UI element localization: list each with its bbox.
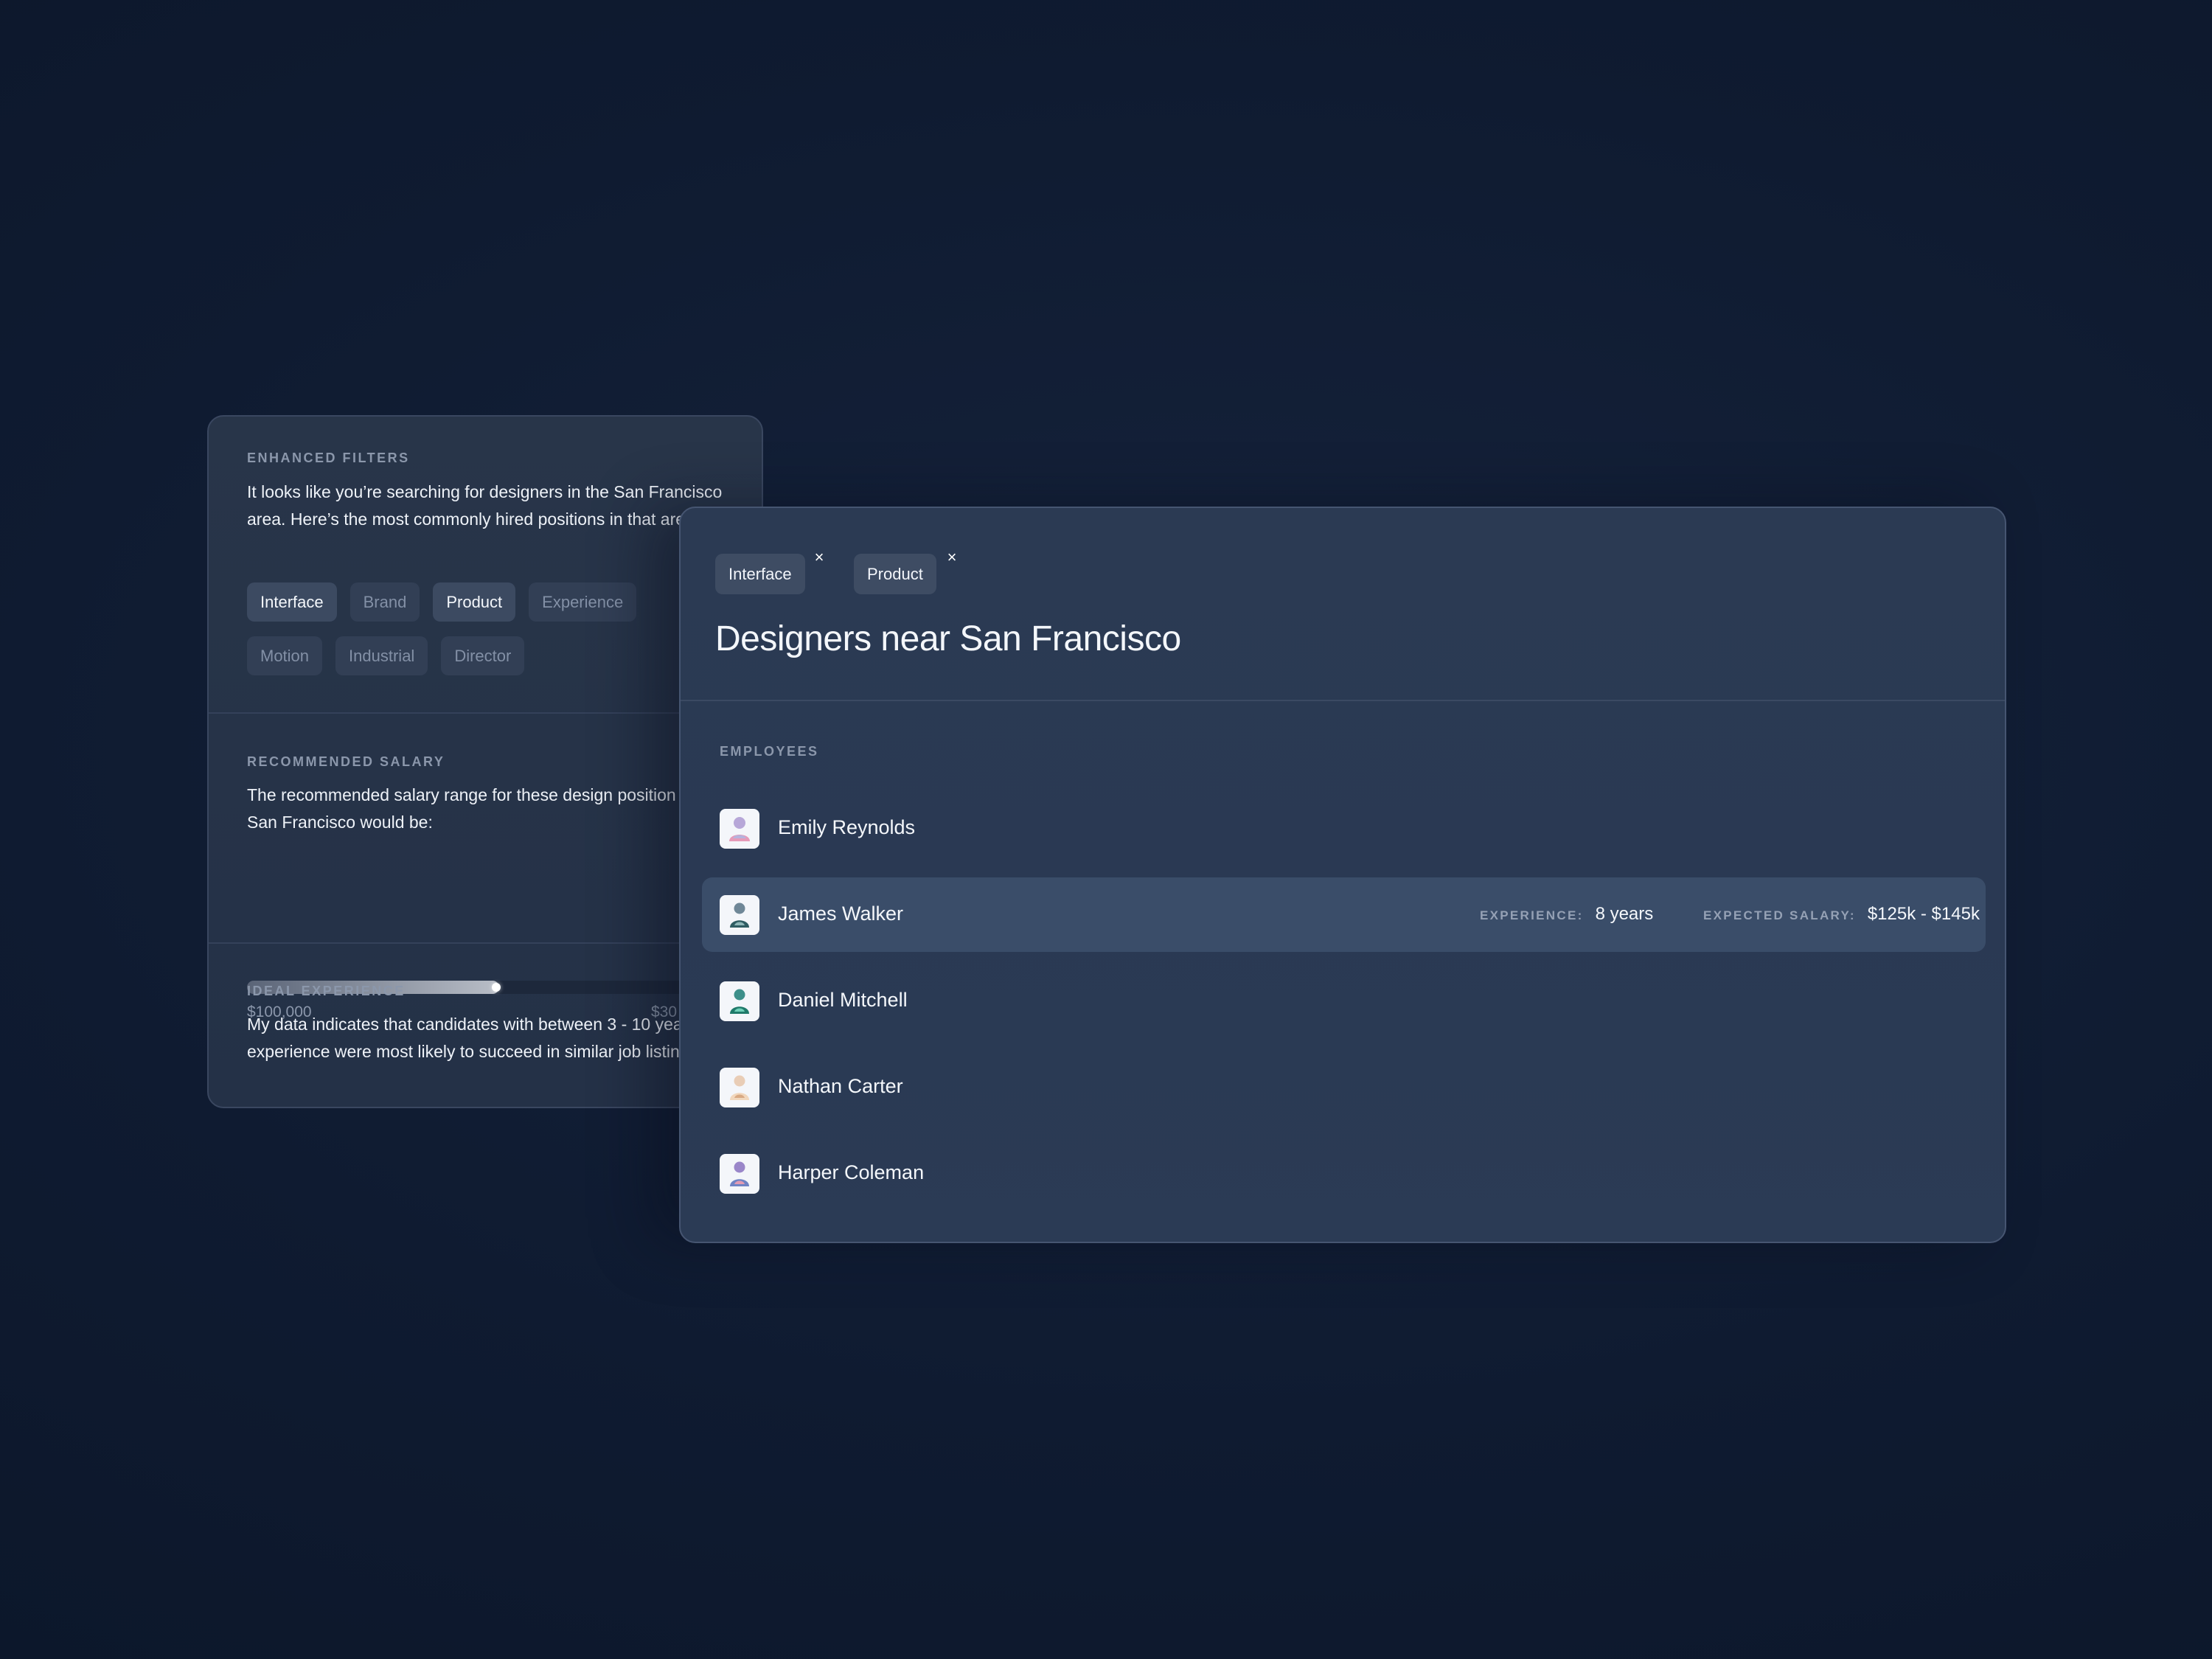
employee-name: Harper Coleman bbox=[778, 1161, 925, 1183]
employee-name: James Walker bbox=[778, 902, 904, 925]
avatar-icon bbox=[720, 981, 759, 1021]
results-header: Interface × Product × Designers near San… bbox=[681, 508, 2005, 701]
employee-name: Daniel Mitchell bbox=[778, 989, 908, 1011]
employee-row-nathan-carter[interactable]: Nathan Carter bbox=[702, 1050, 1986, 1124]
tag-product[interactable]: Product bbox=[854, 554, 936, 594]
employee-row-daniel-mitchell[interactable]: Daniel Mitchell bbox=[702, 964, 1986, 1038]
ideal-experience-label: IDEAL EXPERIENCE bbox=[247, 984, 406, 998]
expected-salary-value: $125k - $145k bbox=[1867, 904, 1980, 924]
employee-name: Emily Reynolds bbox=[778, 816, 916, 838]
filter-chips: Interface Brand Product Experience Motio… bbox=[247, 582, 719, 675]
chip-interface[interactable]: Interface bbox=[247, 582, 337, 622]
avatar-icon bbox=[720, 1154, 759, 1194]
experience-value: 8 years bbox=[1595, 904, 1654, 924]
enhanced-filters-text: It looks like you’re searching for desig… bbox=[247, 482, 723, 529]
chip-director[interactable]: Director bbox=[441, 636, 525, 675]
recommended-salary-label: RECOMMENDED SALARY bbox=[247, 754, 445, 769]
employees-label: EMPLOYEES bbox=[720, 744, 819, 759]
employee-row-james-walker[interactable]: James Walker EXPERIENCE: 8 years EXPECTE… bbox=[702, 877, 1986, 952]
experience-label: EXPERIENCE: bbox=[1480, 908, 1584, 922]
chip-motion[interactable]: Motion bbox=[247, 636, 323, 675]
employee-row-emily-reynolds[interactable]: Emily Reynolds bbox=[702, 791, 1986, 866]
employee-row-harper-coleman[interactable]: Harper Coleman bbox=[702, 1136, 1986, 1211]
avatar-icon bbox=[720, 895, 759, 935]
tag-interface[interactable]: Interface bbox=[715, 554, 805, 594]
chip-product[interactable]: Product bbox=[433, 582, 516, 622]
close-icon[interactable]: × bbox=[944, 549, 960, 566]
results-panel: Interface × Product × Designers near San… bbox=[679, 507, 2006, 1243]
ideal-experience-text: My data indicates that candidates with b… bbox=[247, 1015, 683, 1061]
chip-industrial[interactable]: Industrial bbox=[335, 636, 428, 675]
close-icon[interactable]: × bbox=[811, 549, 827, 566]
salary-info: EXPECTED SALARY: $125k - $145k bbox=[1703, 904, 1980, 925]
page-title: Designers near San Francisco bbox=[715, 619, 1181, 658]
chip-brand[interactable]: Brand bbox=[349, 582, 420, 622]
avatar-icon bbox=[720, 1068, 759, 1107]
expected-salary-label: EXPECTED SALARY: bbox=[1703, 908, 1856, 922]
avatar-icon bbox=[720, 809, 759, 849]
employee-name: Nathan Carter bbox=[778, 1075, 903, 1097]
experience-info: EXPERIENCE: 8 years bbox=[1480, 904, 1653, 925]
employee-list: Emily Reynolds James Walker EXPERIENCE: … bbox=[702, 791, 1986, 1222]
recommended-salary-text: The recommended salary range for these d… bbox=[247, 785, 676, 832]
enhanced-filters-label: ENHANCED FILTERS bbox=[247, 451, 410, 465]
chip-experience[interactable]: Experience bbox=[529, 582, 637, 622]
